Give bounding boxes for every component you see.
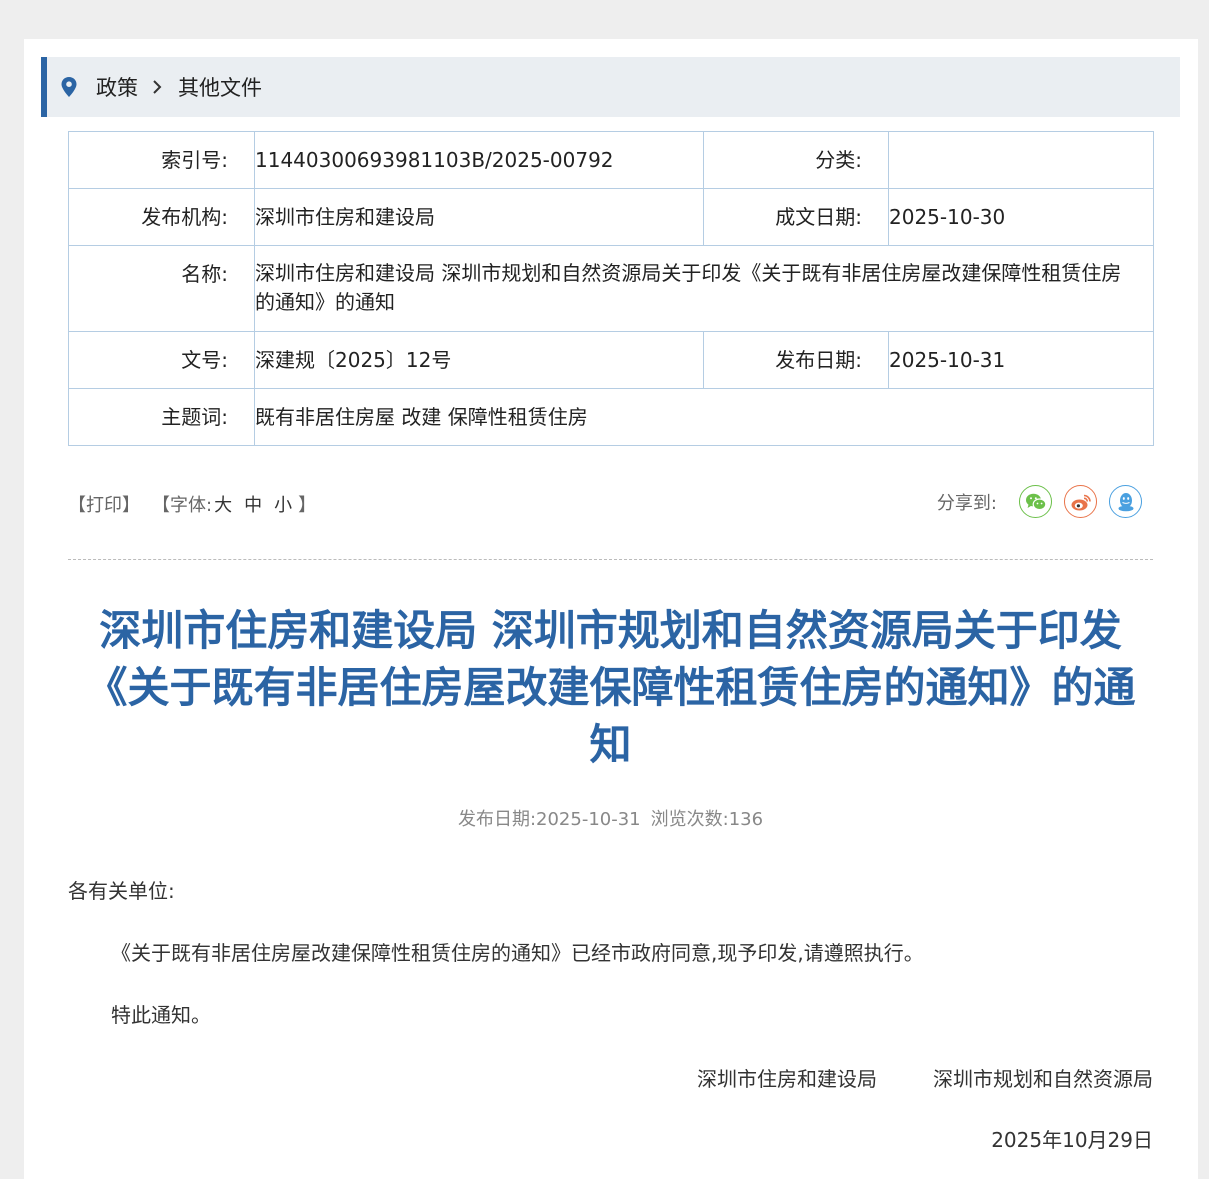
share-weibo-button[interactable] <box>1064 485 1097 518</box>
info-row-publisher: 发布机构: 深圳市住房和建设局 成文日期: 2025-10-30 <box>68 188 1154 246</box>
breadcrumb-current[interactable]: 其他文件 <box>178 72 262 102</box>
doc-no-value: 深建规〔2025〕12号 <box>254 331 704 389</box>
signer-planning-bureau: 深圳市规划和自然资源局 <box>933 1067 1153 1091</box>
document-info-table: 索引号: 11440300693981103B/2025-00792 分类: 发… <box>68 131 1154 446</box>
publish-date-label: 发布日期: <box>703 331 889 389</box>
share-label: 分享到: <box>936 492 997 514</box>
index-label: 索引号: <box>68 131 255 189</box>
font-small-button[interactable]: 小 <box>274 491 292 517</box>
article-paragraph: 《关于既有非居住房屋改建保障性租赁住房的通知》已经市政府同意,现予印发,请遵照执… <box>111 941 924 965</box>
wechat-icon <box>1025 493 1046 510</box>
publish-date-value: 2025-10-31 <box>888 331 1154 389</box>
article-signing-date: 2025年10月29日 <box>991 1128 1153 1152</box>
font-size-label: 【字体: <box>152 495 213 516</box>
weibo-icon <box>1071 494 1091 510</box>
written-date-label: 成文日期: <box>703 188 889 246</box>
keywords-label: 主题词: <box>68 388 255 446</box>
article-title: 深圳市住房和建设局 深圳市规划和自然资源局关于印发《关于既有非居住房屋改建保障性… <box>85 606 1136 769</box>
info-row-keywords: 主题词: 既有非居住房屋 改建 保障性租赁住房 <box>68 388 1154 446</box>
name-value: 深圳市住房和建设局 深圳市规划和自然资源局关于印发《关于既有非居住房屋改建保障性… <box>254 245 1154 332</box>
qq-penguin-icon <box>1118 492 1133 511</box>
info-row-doc-no: 文号: 深建规〔2025〕12号 发布日期: 2025-10-31 <box>68 331 1154 389</box>
index-value: 11440300693981103B/2025-00792 <box>254 131 704 189</box>
page-container: 政策 其他文件 索引号: 11440300693981103B/2025-007… <box>24 39 1198 1179</box>
article-meta: 发布日期:2025-10-31 浏览次数:136 <box>68 805 1153 831</box>
signer-housing-bureau: 深圳市住房和建设局 <box>697 1067 877 1091</box>
publisher-value: 深圳市住房和建设局 <box>254 188 704 246</box>
category-label: 分类: <box>703 131 889 189</box>
font-large-button[interactable]: 大 <box>214 491 232 517</box>
breadcrumb: 政策 其他文件 <box>41 57 1180 117</box>
font-medium-button[interactable]: 中 <box>244 491 262 517</box>
print-open-bracket: 【 <box>68 495 86 516</box>
share-wechat-button[interactable] <box>1019 485 1052 518</box>
written-date-value: 2025-10-30 <box>888 188 1154 246</box>
info-row-name: 名称: 深圳市住房和建设局 深圳市规划和自然资源局关于印发《关于既有非居住房屋改… <box>68 245 1154 332</box>
category-value <box>888 131 1154 189</box>
article-publish-date: 发布日期:2025-10-31 <box>457 809 641 830</box>
article-closing: 特此通知。 <box>111 1003 211 1027</box>
breadcrumb-link-policy[interactable]: 政策 <box>96 72 138 102</box>
content-divider <box>68 559 1153 560</box>
print-close-bracket: 】 <box>122 495 140 516</box>
keywords-value: 既有非居住房屋 改建 保障性租赁住房 <box>254 388 1154 446</box>
article-greeting: 各有关单位: <box>68 879 175 903</box>
doc-no-label: 文号: <box>68 331 255 389</box>
name-label: 名称: <box>68 245 255 332</box>
location-pin-icon <box>61 77 77 97</box>
chevron-right-icon <box>153 80 162 94</box>
article-view-count: 浏览次数:136 <box>650 809 764 830</box>
share-qq-button[interactable] <box>1109 485 1142 518</box>
share-bar: 分享到: <box>937 485 1142 518</box>
font-close-bracket: 】 <box>298 495 317 516</box>
article-tools: 【打印】 【字体: 大 中 小】 <box>68 491 316 517</box>
print-button[interactable]: 打印 <box>86 491 122 517</box>
publisher-label: 发布机构: <box>68 188 255 246</box>
info-row-index: 索引号: 11440300693981103B/2025-00792 分类: <box>68 131 1154 189</box>
article-signers: 深圳市住房和建设局 深圳市规划和自然资源局 <box>697 1063 1153 1092</box>
